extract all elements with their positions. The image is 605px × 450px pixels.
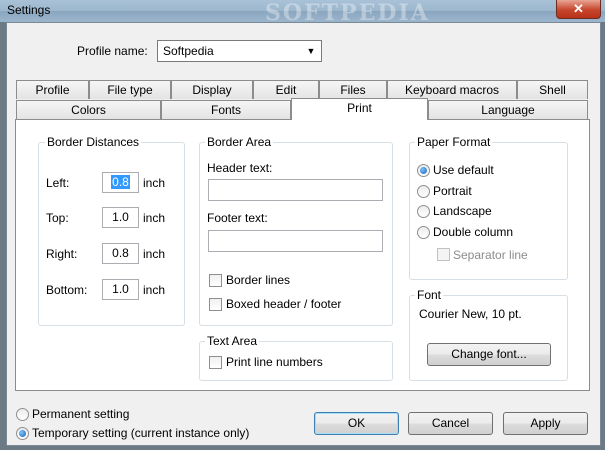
unit-label: inch bbox=[143, 176, 166, 190]
chevron-down-icon: ▼ bbox=[306, 46, 316, 56]
top-distance-value: 1.0 bbox=[112, 210, 129, 224]
border-lines-checkbox[interactable] bbox=[209, 274, 222, 287]
right-distance-value: 0.8 bbox=[112, 246, 129, 260]
separator-line-label[interactable]: Separator line bbox=[453, 248, 528, 262]
top-distance-input[interactable]: 1.0 bbox=[102, 207, 139, 228]
ok-button[interactable]: OK bbox=[314, 412, 399, 435]
portrait-radio[interactable] bbox=[417, 185, 430, 198]
tab-label: Print bbox=[347, 101, 372, 115]
landscape-radio[interactable] bbox=[417, 205, 430, 218]
permanent-setting-label[interactable]: Permanent setting bbox=[32, 407, 129, 421]
print-tab-panel: Border Distances Left: 0.8 inch Top: 1.0… bbox=[15, 119, 590, 391]
top-label: Top: bbox=[46, 211, 69, 225]
left-distance-value: 0.8 bbox=[111, 175, 130, 189]
border-area-title: Border Area bbox=[205, 135, 274, 149]
bottom-label: Bottom: bbox=[46, 283, 88, 297]
profile-name-value: Softpedia bbox=[163, 44, 214, 58]
tab-language[interactable]: Language bbox=[428, 100, 588, 119]
border-lines-label[interactable]: Border lines bbox=[226, 273, 290, 287]
left-label: Left: bbox=[46, 176, 70, 190]
double-column-radio[interactable] bbox=[417, 226, 430, 239]
close-button[interactable]: ✕ bbox=[556, 0, 601, 19]
tab-profile[interactable]: Profile bbox=[16, 80, 89, 99]
tab-label: Shell bbox=[539, 83, 566, 97]
text-area-title: Text Area bbox=[205, 334, 260, 348]
title-bar[interactable]: Settings SOFTPEDIA ✕ bbox=[0, 0, 605, 26]
print-line-numbers-checkbox[interactable] bbox=[209, 356, 222, 369]
boxed-header-footer-label[interactable]: Boxed header / footer bbox=[226, 297, 341, 311]
unit-label: inch bbox=[143, 211, 166, 225]
cancel-label: Cancel bbox=[431, 416, 470, 430]
apply-label: Apply bbox=[530, 416, 561, 430]
border-distances-title: Border Distances bbox=[45, 135, 142, 149]
right-label: Right: bbox=[46, 247, 78, 261]
tab-label: File type bbox=[107, 83, 153, 97]
font-value: Courier New, 10 pt. bbox=[419, 307, 522, 321]
tab-keyboard-macros[interactable]: Keyboard macros bbox=[387, 80, 517, 99]
portrait-label[interactable]: Portrait bbox=[433, 184, 472, 198]
footer-text-input[interactable] bbox=[208, 230, 383, 252]
change-font-button[interactable]: Change font... bbox=[427, 343, 551, 366]
close-icon: ✕ bbox=[573, 1, 584, 16]
tab-display[interactable]: Display bbox=[171, 80, 253, 99]
use-default-radio[interactable] bbox=[417, 164, 430, 177]
footer-text-label: Footer text: bbox=[207, 211, 268, 225]
tab-label: Files bbox=[340, 83, 366, 97]
tab-file-type[interactable]: File type bbox=[89, 80, 171, 99]
temporary-setting-radio[interactable] bbox=[16, 427, 29, 440]
landscape-label[interactable]: Landscape bbox=[433, 204, 492, 218]
bottom-distance-value: 1.0 bbox=[112, 282, 129, 296]
temporary-setting-label[interactable]: Temporary setting (current instance only… bbox=[32, 426, 249, 440]
tab-fonts[interactable]: Fonts bbox=[161, 100, 291, 119]
tab-label: Profile bbox=[35, 83, 70, 97]
use-default-label[interactable]: Use default bbox=[433, 163, 494, 177]
font-title: Font bbox=[415, 288, 444, 302]
left-distance-input[interactable]: 0.8 bbox=[102, 172, 139, 193]
window-title: Settings bbox=[7, 3, 51, 17]
tab-label: Display bbox=[192, 83, 232, 97]
cancel-button[interactable]: Cancel bbox=[408, 412, 493, 435]
change-font-label: Change font... bbox=[451, 347, 527, 361]
tab-label: Colors bbox=[71, 103, 106, 117]
tab-edit[interactable]: Edit bbox=[253, 80, 319, 99]
unit-label: inch bbox=[143, 247, 166, 261]
tab-label: Keyboard macros bbox=[404, 83, 500, 97]
profile-name-select[interactable]: Softpedia ▼ bbox=[157, 40, 322, 62]
tab-files[interactable]: Files bbox=[319, 80, 387, 99]
print-line-numbers-label[interactable]: Print line numbers bbox=[226, 355, 323, 369]
profile-name-label: Profile name: bbox=[77, 44, 148, 58]
tab-label: Fonts bbox=[210, 103, 241, 117]
permanent-setting-radio[interactable] bbox=[16, 408, 29, 421]
tab-colors[interactable]: Colors bbox=[16, 100, 161, 119]
boxed-header-footer-checkbox[interactable] bbox=[209, 298, 222, 311]
tab-shell[interactable]: Shell bbox=[517, 80, 588, 99]
right-distance-input[interactable]: 0.8 bbox=[102, 243, 139, 264]
double-column-label[interactable]: Double column bbox=[433, 225, 513, 239]
header-text-label: Header text: bbox=[207, 161, 273, 175]
separator-line-checkbox[interactable] bbox=[437, 248, 450, 261]
tab-label: Language bbox=[481, 103, 535, 117]
header-text-input[interactable] bbox=[208, 179, 383, 201]
tab-print[interactable]: Print bbox=[291, 98, 428, 120]
bottom-distance-input[interactable]: 1.0 bbox=[102, 279, 139, 300]
ok-label: OK bbox=[347, 416, 366, 430]
tab-label: Edit bbox=[275, 83, 297, 97]
apply-button[interactable]: Apply bbox=[503, 412, 588, 435]
unit-label: inch bbox=[143, 283, 166, 297]
paper-format-title: Paper Format bbox=[415, 135, 493, 149]
